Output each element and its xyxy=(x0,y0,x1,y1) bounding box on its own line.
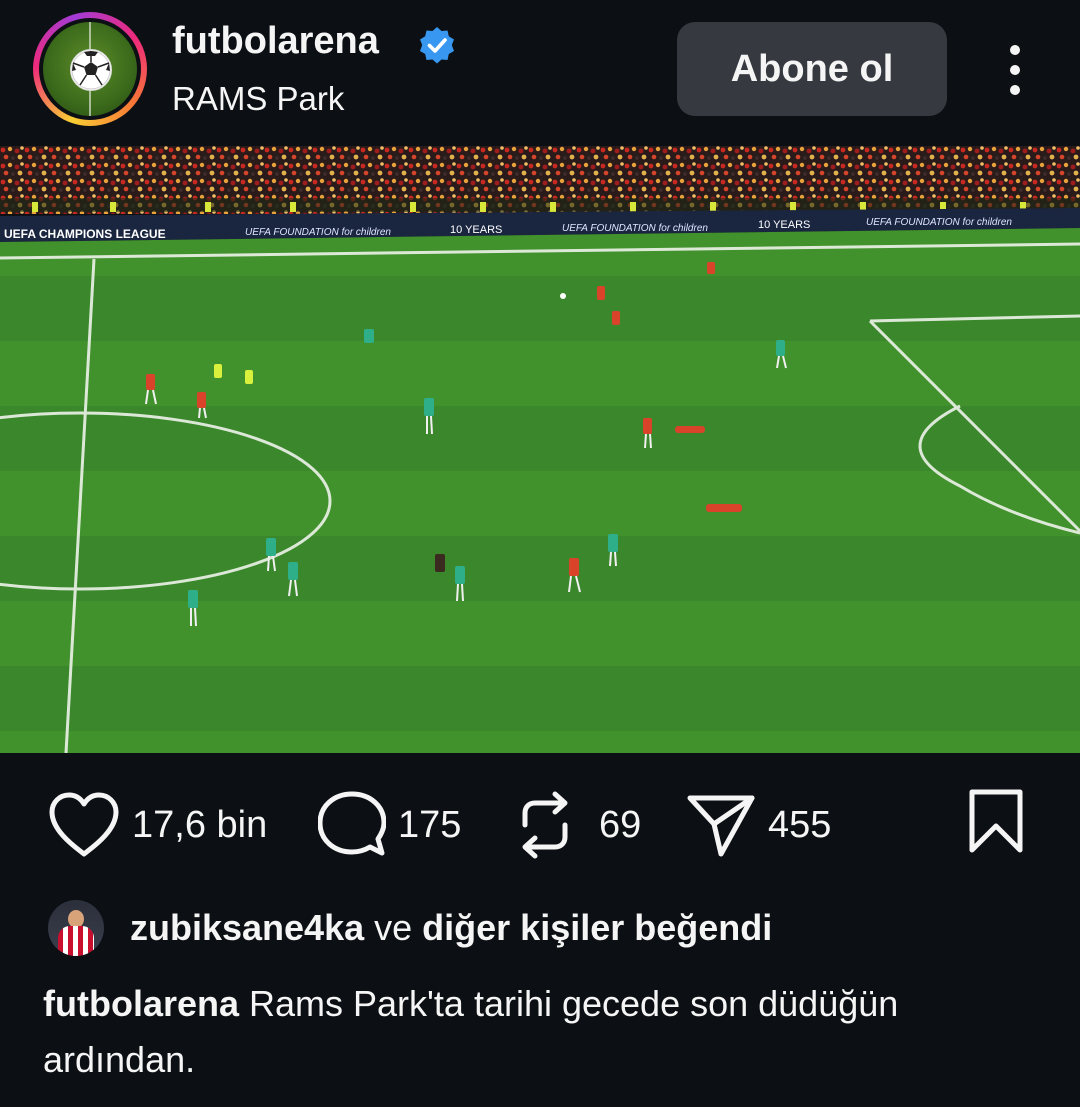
post-username[interactable]: futbolarena xyxy=(172,20,379,63)
share-count[interactable]: 455 xyxy=(768,804,831,847)
heart-icon[interactable] xyxy=(48,792,120,858)
repost-action[interactable]: 69 xyxy=(515,780,641,870)
liked-by[interactable]: zubiksane4ka ve diğer kişiler beğendi xyxy=(48,898,772,958)
more-options-icon[interactable] xyxy=(1000,44,1030,96)
post-actions: 17,6 bin 175 69 455 xyxy=(0,780,1080,870)
comment-count[interactable]: 175 xyxy=(398,804,461,847)
caption-author[interactable]: futbolarena xyxy=(43,983,239,1024)
profile-avatar[interactable] xyxy=(33,12,147,126)
ad-board-foundation: UEFA FOUNDATION for children xyxy=(562,223,708,234)
send-icon[interactable] xyxy=(686,792,756,858)
ad-board-ucl: UEFA CHAMPIONS LEAGUE xyxy=(4,227,166,241)
comment-action[interactable]: 175 xyxy=(318,780,461,870)
follow-button[interactable]: Abone ol xyxy=(677,22,947,116)
ad-board-years: 10 YEARS xyxy=(758,219,810,231)
liker-username[interactable]: zubiksane4ka xyxy=(130,907,364,948)
repost-icon[interactable] xyxy=(515,789,575,861)
post-photo[interactable]: UEFA CHAMPIONS LEAGUE UEFA FOUNDATION fo… xyxy=(0,146,1080,753)
repost-count[interactable]: 69 xyxy=(599,804,641,847)
share-action[interactable]: 455 xyxy=(686,780,831,870)
comment-icon[interactable] xyxy=(318,791,386,859)
verified-badge-icon xyxy=(420,27,454,64)
like-action[interactable]: 17,6 bin xyxy=(48,780,267,870)
liker-avatar[interactable] xyxy=(48,900,104,956)
ad-board-foundation: UEFA FOUNDATION for children xyxy=(245,227,391,238)
post-header: futbolarena RAMS Park Abone ol xyxy=(0,0,1080,140)
post-location[interactable]: RAMS Park xyxy=(172,80,344,118)
stadium-pitch-image: UEFA CHAMPIONS LEAGUE UEFA FOUNDATION fo… xyxy=(0,146,1080,753)
liked-by-text[interactable]: zubiksane4ka ve diğer kişiler beğendi xyxy=(130,907,772,949)
post-caption: futbolarena Rams Park'ta tarihi gecede s… xyxy=(43,976,1043,1088)
bookmark-icon[interactable] xyxy=(966,788,1026,854)
ad-board-years: 10 YEARS xyxy=(450,224,502,236)
liked-by-connector: ve xyxy=(364,907,423,948)
ad-board-foundation: UEFA FOUNDATION for children xyxy=(866,217,1012,228)
like-count[interactable]: 17,6 bin xyxy=(132,804,267,847)
liked-by-others[interactable]: diğer kişiler beğendi xyxy=(422,907,772,948)
soccer-ball-icon xyxy=(43,22,137,116)
